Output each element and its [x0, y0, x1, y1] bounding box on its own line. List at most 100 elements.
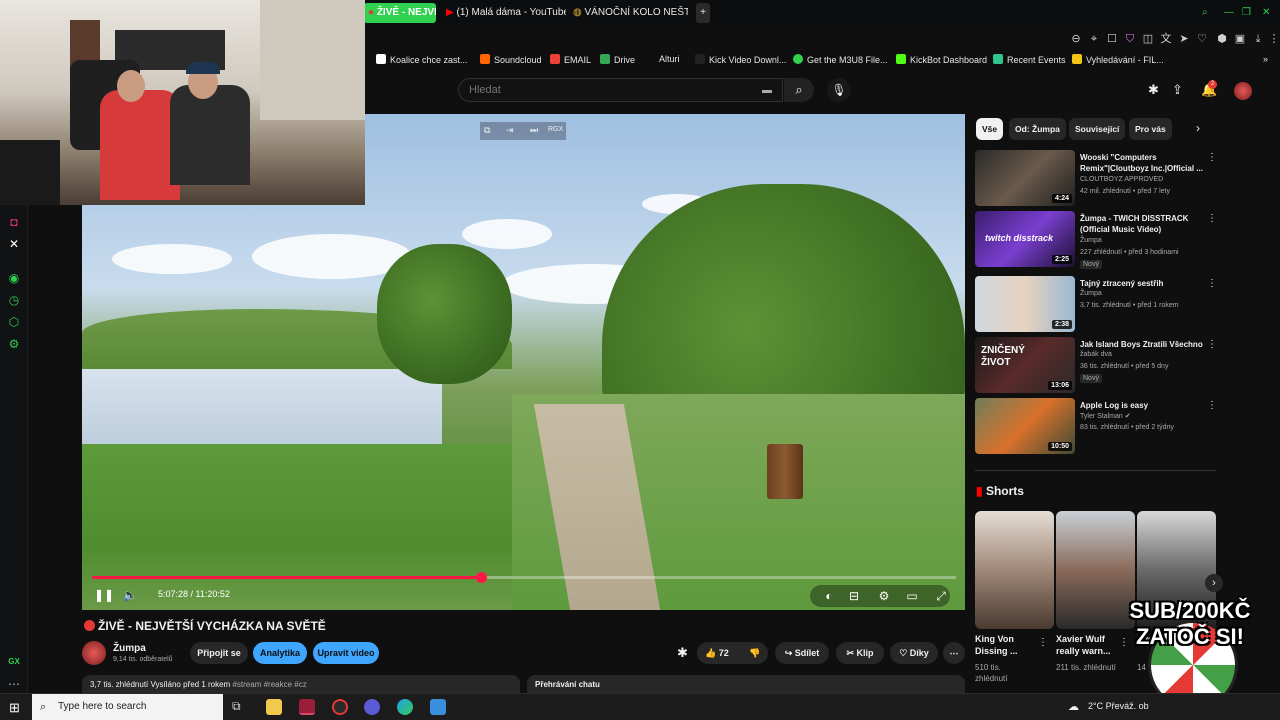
zoom-icon[interactable]: ⊖ [1069, 30, 1083, 48]
bookmark-item[interactable]: Drive [600, 54, 635, 65]
settings-gear-icon[interactable]: ⚙ [876, 589, 892, 603]
app-icon[interactable] [364, 699, 380, 715]
instagram-icon[interactable]: ◘ [6, 214, 22, 230]
heart-icon[interactable]: ♡ [1195, 30, 1209, 48]
more-options-icon[interactable]: ⋮ [1207, 152, 1217, 163]
close-window-icon[interactable]: ✕ [1262, 3, 1276, 23]
maximize-icon[interactable]: ❐ [1242, 3, 1256, 23]
bookmark-item[interactable]: Kick Video Downl... [695, 54, 786, 65]
more-options-icon[interactable]: ⋮ [1207, 278, 1217, 289]
chip-related[interactable]: Související [1069, 118, 1126, 140]
bookmark-item[interactable]: Recent Events [993, 54, 1066, 65]
bookmarks-overflow-icon[interactable]: » [1263, 54, 1268, 64]
fullscreen-icon[interactable]: ⤢ [933, 589, 949, 604]
bookmark-item[interactable]: Koalice chce zast... [376, 54, 468, 65]
shield-icon[interactable]: ⛉ [1123, 30, 1137, 48]
rec-title[interactable]: Žumpa - TWICH DISSTRACK (Official Music … [1080, 213, 1203, 235]
rec-channel[interactable]: Žumpa [1080, 237, 1102, 244]
more-options-icon[interactable]: ⋮ [1207, 400, 1217, 411]
snapshot-icon[interactable]: ▣ [1233, 30, 1247, 48]
bookmark-item[interactable]: Alturi [659, 54, 680, 64]
windows-start-icon[interactable]: ⊞ [9, 700, 20, 716]
rec-channel[interactable]: Žumpa [1080, 290, 1102, 297]
weather-icon[interactable]: ☁ [1068, 700, 1079, 713]
bookmark-item[interactable]: Get the M3U8 File... [793, 54, 888, 65]
camera-icon[interactable]: ◫ [1141, 30, 1155, 48]
more-options-icon[interactable]: ⋮ [1207, 213, 1217, 224]
more-actions-button[interactable]: ⋯ [943, 642, 965, 664]
short-more-icon[interactable]: ⋮ [1038, 637, 1048, 648]
edge-icon[interactable] [397, 699, 413, 715]
recommendation-item[interactable]: 10:50 Apple Log is easy Tyler Stalman ✔ … [975, 398, 1220, 454]
tab-youtube[interactable]: ▶ (1) Malá dáma - YouTube [446, 3, 566, 23]
rec-title[interactable]: Tajný ztracený sestřih [1080, 278, 1203, 289]
rec-channel[interactable]: žabák dva [1080, 351, 1112, 358]
recommendation-item[interactable]: 4:24 Wooski "Computers Remix"|Cloutboyz … [975, 150, 1220, 206]
player-icon[interactable]: ◉ [6, 270, 22, 286]
bookmark-item[interactable]: Soundcloud [480, 54, 542, 65]
popout-icon[interactable]: ⇥ [506, 125, 514, 136]
pause-button[interactable]: ❚❚ [94, 588, 114, 602]
video-thumbnail[interactable]: twitch disstrack 2:25 [975, 211, 1075, 267]
join-button[interactable]: Připojit se [190, 642, 248, 664]
menu-icon[interactable]: ⋮ [1267, 30, 1280, 48]
bookmark-icon[interactable]: ☐ [1105, 30, 1119, 48]
shorts-next-button[interactable]: › [1205, 574, 1223, 592]
bookmark-item[interactable]: Vyhledávání - FIL... [1072, 54, 1164, 65]
keyboard-icon[interactable]: ▬ [762, 85, 772, 96]
short-thumbnail[interactable] [975, 511, 1054, 629]
history-icon[interactable]: ◷ [6, 292, 22, 308]
translate-icon[interactable]: 文 [1159, 30, 1173, 48]
opera-gx-icon[interactable] [299, 699, 315, 715]
channel-avatar[interactable] [82, 641, 106, 665]
video-thumbnail[interactable]: ZNIČENÝ ŽIVOT 13:06 [975, 337, 1075, 393]
more-icon[interactable]: ⋯ [6, 676, 22, 692]
account-avatar[interactable] [1234, 82, 1252, 100]
promote-icon[interactable]: ✱ [677, 645, 688, 661]
chip-from-channel[interactable]: Od: Žumpa [1009, 118, 1066, 140]
video-thumbnail[interactable]: 10:50 [975, 398, 1075, 454]
app-window-icon[interactable] [430, 699, 446, 715]
extensions-puzzle-icon[interactable]: ⬢ [1215, 30, 1229, 48]
rec-title[interactable]: Wooski "Computers Remix"|Cloutboyz Inc.|… [1080, 152, 1203, 174]
clip-button[interactable]: ✂ Klip [836, 642, 884, 664]
progress-scrubber[interactable] [476, 572, 487, 583]
short-title[interactable]: King Von Dissing ... [975, 633, 1045, 657]
rgx-badge[interactable]: RGX [548, 126, 563, 133]
pin-icon[interactable]: ⌖ [1087, 30, 1101, 48]
thanks-button[interactable]: ♡ Díky [890, 642, 938, 664]
next-frame-icon[interactable]: ⏭ [530, 125, 538, 136]
autoplay-toggle[interactable]: ◐ [820, 589, 838, 603]
minimize-icon[interactable]: — [1224, 3, 1238, 23]
pip-icon[interactable]: ⧉ [484, 125, 490, 136]
rec-title[interactable]: Jak Island Boys Ztratili Všechno [1080, 339, 1203, 350]
x-twitter-icon[interactable]: ✕ [6, 236, 22, 252]
hashtags[interactable]: #stream #reakce #cz [232, 680, 306, 689]
task-view-icon[interactable]: ⧉ [232, 699, 241, 714]
recommendation-item[interactable]: 2:38 Tajný ztracený sestřih Žumpa 3,7 ti… [975, 276, 1220, 332]
tab-wheel[interactable]: ◍ VÁNOČNÍ KOLO NEŠTĚSTÍ [573, 3, 688, 23]
dislike-button[interactable]: 👎 [742, 642, 768, 664]
chip-for-you[interactable]: Pro vás [1129, 118, 1172, 140]
analytics-button[interactable]: Analytika [253, 642, 307, 664]
share-button[interactable]: ↪ Sdílet [775, 642, 829, 664]
gx-label[interactable]: GX [6, 654, 22, 670]
chips-next-icon[interactable]: › [1196, 121, 1200, 135]
subtitles-icon[interactable]: ⊟ [846, 589, 862, 603]
extensions-icon[interactable]: ⬡ [6, 314, 22, 330]
rec-channel[interactable]: CLOUTBOYZ APPROVED [1080, 176, 1163, 183]
obs-icon[interactable] [332, 699, 348, 715]
voice-search-button[interactable]: 🎙 [827, 78, 851, 102]
search-button[interactable]: ⌕ [784, 78, 814, 102]
upload-icon[interactable]: ⇪ [1172, 82, 1183, 98]
description-box[interactable]: 3,7 tis. zhlédnutí Vysíláno před 1 rokem… [82, 675, 520, 693]
weather-text[interactable]: 2°C Převáž. ob [1088, 701, 1149, 711]
send-icon[interactable]: ➤ [1177, 30, 1191, 48]
miniplayer-icon[interactable]: ▭ [904, 589, 920, 603]
edit-video-button[interactable]: Upravit video [313, 642, 379, 664]
file-explorer-icon[interactable] [266, 699, 282, 715]
rec-channel[interactable]: Tyler Stalman ✔ [1080, 412, 1131, 420]
rec-title[interactable]: Apple Log is easy [1080, 400, 1203, 411]
more-options-icon[interactable]: ⋮ [1207, 339, 1217, 350]
recommendation-item[interactable]: twitch disstrack 2:25 Žumpa - TWICH DISS… [975, 211, 1220, 269]
